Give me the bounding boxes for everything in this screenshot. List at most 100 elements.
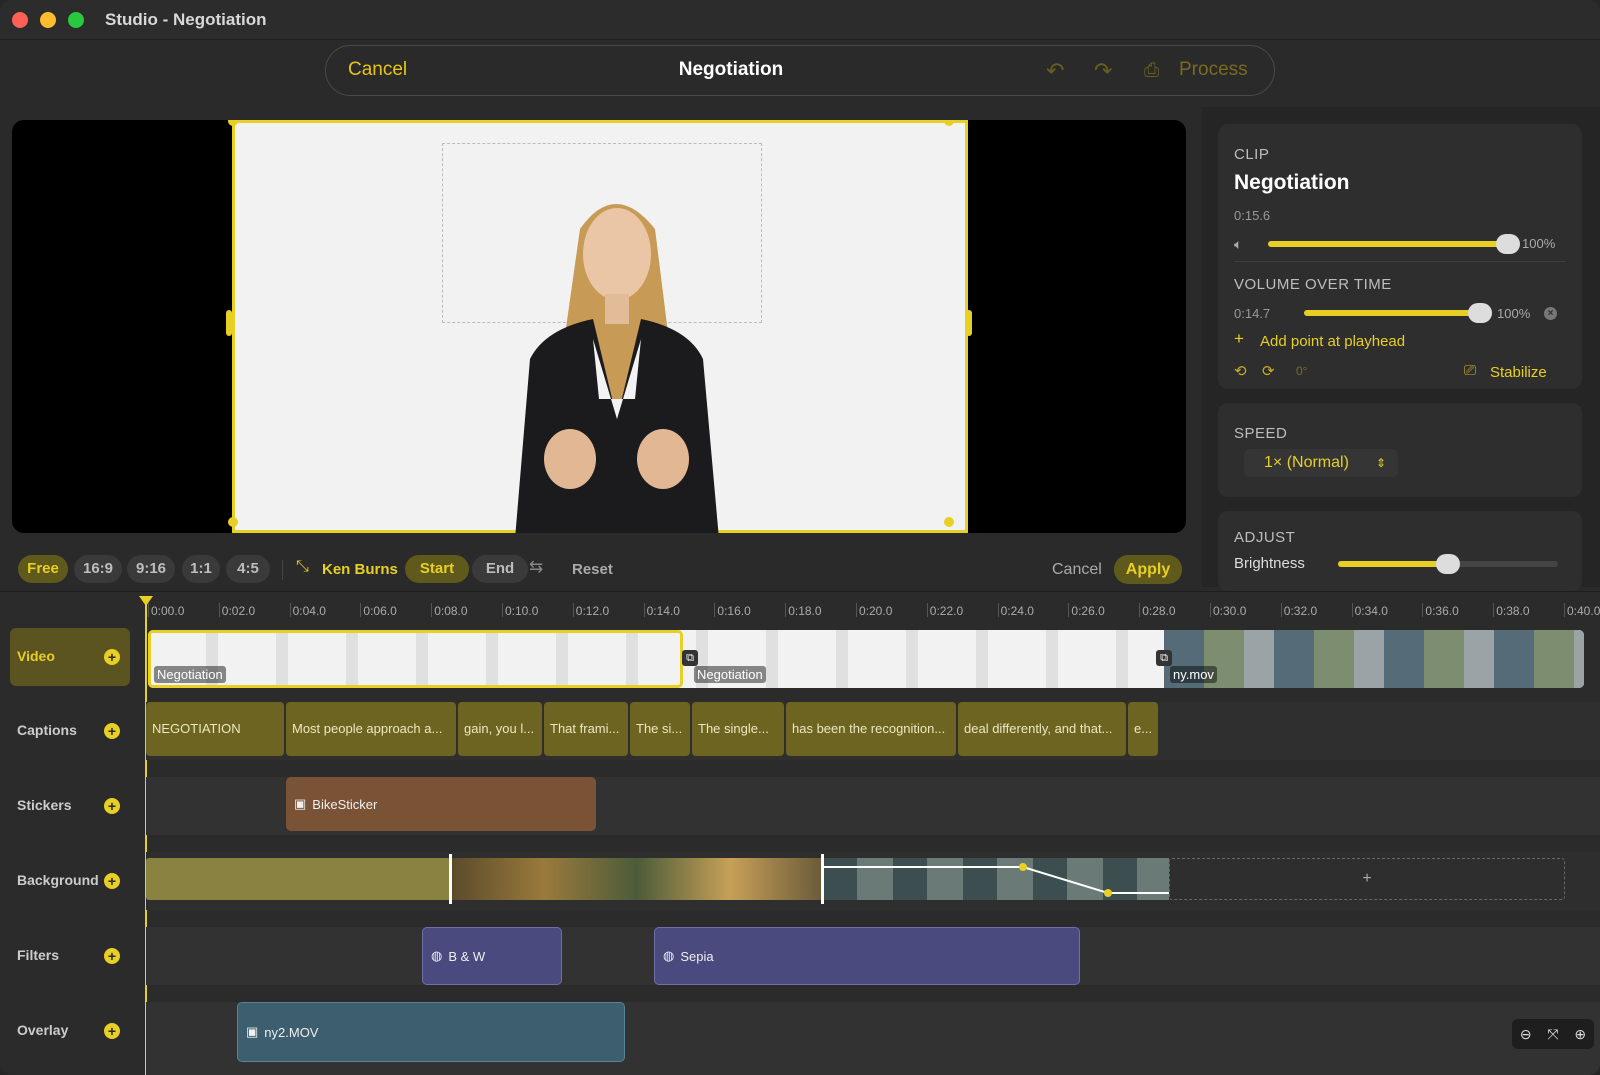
caption-block[interactable]: Most people approach a... xyxy=(286,702,456,756)
add-background-icon[interactable]: + xyxy=(104,873,120,889)
minimize-window-button[interactable] xyxy=(40,12,56,28)
ken-burns-icon[interactable]: ⤡ xyxy=(296,558,309,576)
transition-icon[interactable]: ⧉ xyxy=(1156,650,1172,666)
ruler-label: 0:18.0 xyxy=(788,604,822,618)
ken-burns-label[interactable]: Ken Burns xyxy=(322,561,398,578)
export-icon[interactable]: ⎙ xyxy=(1144,60,1159,82)
video-lane[interactable]: Negotiation Negotiation ny.mov ⧉ ⧉ xyxy=(148,630,1584,688)
ruler-label: 0:20.0 xyxy=(859,604,893,618)
video-clip-label: Negotiation xyxy=(694,666,766,683)
crop-handle-right[interactable] xyxy=(966,310,972,336)
add-icon[interactable]: + xyxy=(1234,329,1244,349)
end-button[interactable]: End xyxy=(472,555,528,583)
add-video-icon[interactable]: + xyxy=(104,649,120,665)
ratio-16-9-button[interactable]: 16:9 xyxy=(74,555,122,583)
caption-block[interactable]: The single... xyxy=(692,702,784,756)
redo-icon[interactable]: ↷ xyxy=(1094,58,1112,84)
crop-frame[interactable] xyxy=(232,120,968,533)
apply-button[interactable]: Apply xyxy=(1114,555,1182,584)
ruler-label: 0:16.0 xyxy=(717,604,751,618)
transition-icon[interactable]: ⧉ xyxy=(682,650,698,666)
playhead-handle[interactable] xyxy=(139,596,153,606)
background-color-block[interactable] xyxy=(146,858,451,900)
filters-lane: ◍ B & W ◍ Sepia xyxy=(146,927,1600,985)
track-stickers-header[interactable]: Stickers + xyxy=(10,777,130,835)
ruler-tick xyxy=(714,603,716,617)
speed-label: SPEED xyxy=(1234,425,1288,442)
add-point-button[interactable]: Add point at playhead xyxy=(1260,333,1405,350)
zoom-out-icon[interactable]: ⊖ xyxy=(1520,1026,1532,1043)
crop-handle-br[interactable] xyxy=(944,517,954,527)
caption-block[interactable]: e... xyxy=(1128,702,1158,756)
vot-volume-slider[interactable] xyxy=(1304,303,1492,323)
ratio-1-1-button[interactable]: 1:1 xyxy=(182,555,220,583)
rotate-left-icon[interactable]: ⟲ xyxy=(1234,362,1247,380)
ratio-4-5-button[interactable]: 4:5 xyxy=(226,555,270,583)
filter-sepia-block[interactable]: ◍ Sepia xyxy=(654,927,1080,985)
caption-block[interactable]: has been the recognition... xyxy=(786,702,956,756)
stabilize-button[interactable]: Stabilize xyxy=(1490,364,1547,381)
ratio-9-16-button[interactable]: 9:16 xyxy=(127,555,175,583)
track-label: Overlay xyxy=(17,1022,69,1038)
adjust-card: ADJUST Brightness xyxy=(1218,511,1582,591)
zoom-controls: ⊖ ⤧ ⊕ xyxy=(1512,1019,1594,1049)
ratio-free-button[interactable]: Free xyxy=(18,555,68,583)
rotate-right-icon[interactable]: ⟳ xyxy=(1262,362,1275,380)
track-background-header[interactable]: Background + xyxy=(10,852,130,910)
add-background-slot[interactable]: + xyxy=(1169,858,1565,900)
crop-handle-bl[interactable] xyxy=(228,517,238,527)
background-landscape-block[interactable] xyxy=(451,858,823,900)
track-overlay-header[interactable]: Overlay + xyxy=(10,1002,130,1060)
window-title: Studio - Negotiation xyxy=(105,10,267,29)
video-clip-label: Negotiation xyxy=(154,666,226,683)
filter-bw-block[interactable]: ◍ B & W xyxy=(422,927,562,985)
filter-icon: ◍ xyxy=(431,948,443,963)
caption-block[interactable]: deal differently, and that... xyxy=(958,702,1126,756)
caption-block[interactable]: NEGOTIATION xyxy=(146,702,284,756)
track-label: Stickers xyxy=(17,797,72,813)
stabilize-icon[interactable]: ⎚ xyxy=(1464,362,1476,379)
selected-clip-border xyxy=(148,630,683,688)
clip-volume-slider[interactable] xyxy=(1268,234,1520,254)
process-button[interactable]: Process xyxy=(1179,59,1248,81)
ruler-label: 0:12.0 xyxy=(575,604,610,618)
track-label: Captions xyxy=(17,722,77,738)
crop-handle-left[interactable] xyxy=(226,310,232,336)
add-sticker-icon[interactable]: + xyxy=(104,798,120,814)
clip-volume-value: 100% xyxy=(1522,236,1556,251)
ruler-label: 0:38.0 xyxy=(1496,604,1530,618)
track-captions-header[interactable]: Captions + xyxy=(10,702,130,760)
brightness-slider[interactable] xyxy=(1338,554,1558,574)
track-filters-header[interactable]: Filters + xyxy=(10,927,130,985)
background-lane: + xyxy=(146,852,1600,910)
caption-block[interactable]: That frami... xyxy=(544,702,628,756)
ruler-tick xyxy=(1493,603,1495,617)
close-window-button[interactable] xyxy=(12,12,28,28)
timeline: 0:00.0 0:02.0 0:04.0 0:06.0 0:08.0 0:10.0 0:12… xyxy=(0,591,1600,1075)
reset-button[interactable]: Reset xyxy=(572,561,613,578)
add-caption-icon[interactable]: + xyxy=(104,723,120,739)
app-window: Studio - Negotiation Cancel Negotiation … xyxy=(0,0,1600,1075)
zoom-in-icon[interactable]: ⊕ xyxy=(1574,1026,1586,1043)
overlay-block[interactable]: ▣ ny2.MOV xyxy=(237,1002,625,1062)
ruler-tick xyxy=(360,603,362,617)
add-overlay-icon[interactable]: + xyxy=(104,1023,120,1039)
sticker-block[interactable]: ▣ BikeSticker xyxy=(286,777,596,831)
caption-block[interactable]: The si... xyxy=(630,702,690,756)
fit-icon[interactable]: ⤧ xyxy=(1547,1026,1558,1043)
ruler-tick xyxy=(1351,603,1353,617)
speed-select[interactable]: 1× (Normal) ⇕ xyxy=(1244,449,1398,477)
track-label: Filters xyxy=(17,947,60,963)
video-preview[interactable] xyxy=(12,120,1186,533)
volume-curve[interactable] xyxy=(823,858,1169,900)
swap-icon[interactable]: ⇆ xyxy=(529,557,543,577)
add-filter-icon[interactable]: + xyxy=(104,948,120,964)
track-video-header[interactable]: Video + xyxy=(10,628,130,686)
caption-block[interactable]: gain, you l... xyxy=(458,702,542,756)
start-button[interactable]: Start xyxy=(405,555,469,583)
undo-icon[interactable]: ↶ xyxy=(1046,58,1064,84)
remove-point-icon[interactable]: × xyxy=(1544,307,1557,320)
zoom-window-button[interactable] xyxy=(68,12,84,28)
brightness-label: Brightness xyxy=(1234,555,1305,572)
crop-cancel-button[interactable]: Cancel xyxy=(1052,561,1102,579)
